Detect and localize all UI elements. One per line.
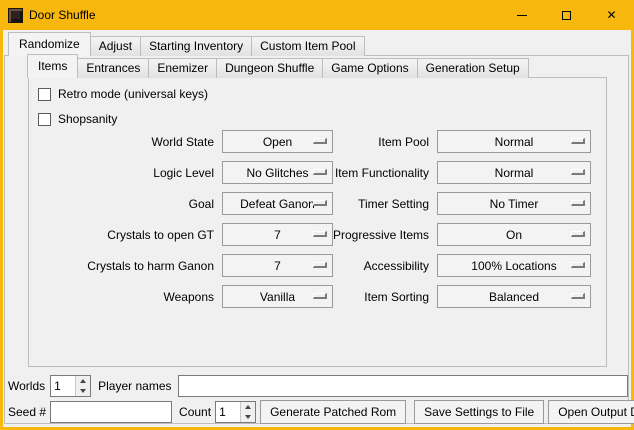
retro-mode-label: Retro mode (universal keys)	[58, 87, 208, 101]
menu-indicator-icon	[571, 138, 585, 144]
crystals-gt-label: Crystals to open GT	[28, 228, 214, 242]
item-sorting-dropdown[interactable]: Balanced	[437, 285, 591, 308]
tab-entrances[interactable]: Entrances	[77, 58, 149, 78]
tab-starting-inventory[interactable]: Starting Inventory	[140, 36, 252, 56]
count-up-button[interactable]	[241, 402, 255, 412]
seed-row: Seed # Count Generate Patched Rom Save S…	[8, 400, 628, 424]
menu-indicator-icon	[571, 231, 585, 237]
crystals-ganon-label: Crystals to harm Ganon	[28, 259, 214, 273]
progressive-items-row: Progressive Items On	[286, 219, 591, 250]
arrow-down-icon	[245, 415, 251, 419]
inner-tab-bar: Items Entrances Enemizer Dungeon Shuffle…	[27, 55, 528, 78]
logic-level-label: Logic Level	[28, 166, 214, 180]
worlds-down-button[interactable]	[76, 386, 90, 396]
minimize-button[interactable]	[499, 0, 544, 30]
menu-indicator-icon	[571, 262, 585, 268]
worlds-stepper-arrows	[75, 376, 90, 396]
seed-label: Seed #	[8, 405, 46, 419]
weapons-label: Weapons	[28, 290, 214, 304]
progressive-items-label: Progressive Items	[286, 228, 429, 242]
item-functionality-value: Normal	[495, 166, 534, 180]
worlds-label: Worlds	[8, 379, 45, 393]
worlds-input[interactable]	[51, 376, 75, 396]
item-pool-row: Item Pool Normal	[286, 126, 591, 157]
retro-mode-checkbox[interactable]	[38, 88, 51, 101]
count-input[interactable]	[216, 402, 240, 422]
count-label: Count	[179, 405, 211, 419]
minimize-icon	[517, 15, 527, 16]
window-title: Door Shuffle	[29, 8, 96, 22]
tab-enemizer[interactable]: Enemizer	[148, 58, 217, 78]
player-names-input[interactable]	[178, 375, 629, 397]
timer-setting-row: Timer Setting No Timer	[286, 188, 591, 219]
tab-adjust[interactable]: Adjust	[90, 36, 141, 56]
outer-tab-bar: Randomize Adjust Starting Inventory Cust…	[8, 33, 364, 56]
worlds-stepper[interactable]	[50, 375, 91, 397]
titlebar[interactable]: Door Shuffle ✕	[0, 0, 634, 30]
accessibility-dropdown[interactable]: 100% Locations	[437, 254, 591, 277]
save-settings-button[interactable]: Save Settings to File	[414, 400, 544, 424]
app-icon	[8, 8, 23, 23]
count-stepper[interactable]	[215, 401, 256, 423]
tab-game-options[interactable]: Game Options	[322, 58, 417, 78]
worlds-up-button[interactable]	[76, 376, 90, 386]
generate-patched-rom-button[interactable]: Generate Patched Rom	[260, 400, 406, 424]
shopsanity-row: Shopsanity	[38, 111, 117, 127]
menu-indicator-icon	[571, 293, 585, 299]
shopsanity-label: Shopsanity	[58, 112, 117, 126]
timer-setting-dropdown[interactable]: No Timer	[437, 192, 591, 215]
item-sorting-row: Item Sorting Balanced	[286, 281, 591, 312]
accessibility-label: Accessibility	[286, 259, 429, 273]
retro-mode-row: Retro mode (universal keys)	[38, 86, 208, 102]
tab-items[interactable]: Items	[27, 54, 78, 78]
item-sorting-value: Balanced	[489, 290, 539, 304]
arrow-down-icon	[80, 389, 86, 393]
count-down-button[interactable]	[241, 412, 255, 422]
accessibility-row: Accessibility 100% Locations	[286, 250, 591, 281]
menu-indicator-icon	[571, 200, 585, 206]
client-area: Randomize Adjust Starting Inventory Cust…	[3, 30, 631, 427]
worlds-row: Worlds Player names	[8, 375, 628, 397]
tab-generation-setup[interactable]: Generation Setup	[417, 58, 529, 78]
tab-randomize[interactable]: Randomize	[8, 32, 91, 56]
accessibility-value: 100% Locations	[471, 259, 556, 273]
close-icon: ✕	[606, 9, 616, 21]
close-button[interactable]: ✕	[589, 0, 634, 30]
item-functionality-row: Item Functionality Normal	[286, 157, 591, 188]
arrow-up-icon	[245, 405, 251, 409]
count-stepper-arrows	[240, 402, 255, 422]
maximize-icon	[562, 11, 571, 20]
item-sorting-label: Item Sorting	[286, 290, 429, 304]
crystals-gt-value: 7	[274, 228, 281, 242]
item-pool-dropdown[interactable]: Normal	[437, 130, 591, 153]
maximize-button[interactable]	[544, 0, 589, 30]
world-state-label: World State	[28, 135, 214, 149]
open-output-directory-button[interactable]: Open Output Directory	[548, 400, 634, 424]
tab-custom-item-pool[interactable]: Custom Item Pool	[251, 36, 364, 56]
goal-label: Goal	[28, 197, 214, 211]
item-pool-label: Item Pool	[286, 135, 429, 149]
app-window: Door Shuffle ✕ Randomize Adjust Starting…	[0, 0, 634, 430]
timer-setting-value: No Timer	[490, 197, 539, 211]
item-functionality-label: Item Functionality	[286, 166, 429, 180]
item-pool-value: Normal	[495, 135, 534, 149]
crystals-ganon-value: 7	[274, 259, 281, 273]
player-names-label: Player names	[98, 379, 171, 393]
seed-input[interactable]	[50, 401, 172, 423]
arrow-up-icon	[80, 379, 86, 383]
menu-indicator-icon	[571, 169, 585, 175]
right-options-column: Item Pool Normal Item Functionality Norm…	[286, 126, 591, 312]
window-controls: ✕	[499, 0, 634, 30]
item-functionality-dropdown[interactable]: Normal	[437, 161, 591, 184]
progressive-items-dropdown[interactable]: On	[437, 223, 591, 246]
shopsanity-checkbox[interactable]	[38, 113, 51, 126]
progressive-items-value: On	[506, 228, 522, 242]
tab-dungeon-shuffle[interactable]: Dungeon Shuffle	[216, 58, 323, 78]
timer-setting-label: Timer Setting	[286, 197, 429, 211]
